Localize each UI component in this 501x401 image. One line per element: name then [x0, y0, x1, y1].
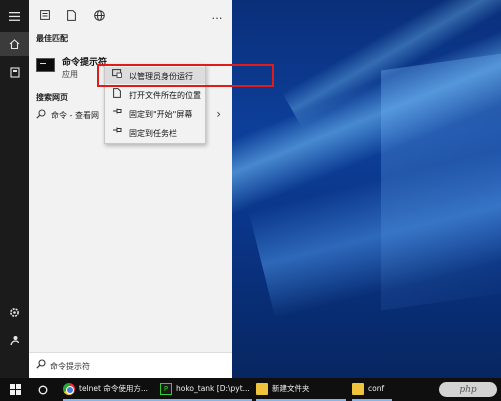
menu-item-open-file-location[interactable]: 打开文件所在的位置	[105, 86, 205, 103]
pycharm-icon: P	[160, 382, 172, 395]
menu-item-label: 打开文件所在的位置	[129, 91, 201, 100]
page-icon[interactable]	[63, 6, 79, 24]
web-search-heading: 搜索网页	[36, 93, 68, 102]
globe-icon[interactable]	[91, 6, 107, 24]
windows-start-icon	[10, 384, 21, 395]
taskbar-app-label: 新建文件夹	[272, 384, 310, 393]
hamburger-menu-icon[interactable]	[0, 4, 29, 28]
home-icon[interactable]	[0, 32, 29, 56]
taskbar-app-label: hoko_tank [D:\pyt...	[176, 384, 250, 393]
panel-filter-row: …	[29, 6, 232, 24]
command-prompt-icon	[36, 58, 55, 72]
cortana-circle-icon	[38, 385, 48, 394]
taskbar-app-label: conf	[368, 384, 385, 393]
taskbar-app-conf[interactable]: conf	[352, 378, 392, 401]
desktop-wallpaper	[232, 0, 501, 378]
menu-item-label: 固定到"开始"屏幕	[129, 110, 193, 119]
search-results-panel: … 最佳匹配 命令提示符 应用 搜索网页 命令 - 查看网 ›	[29, 0, 232, 378]
pin-to-start-icon	[111, 107, 123, 118]
search-icon	[36, 359, 46, 372]
start-button[interactable]	[10, 378, 21, 401]
menu-item-pin-to-taskbar[interactable]: 固定到任务栏	[105, 124, 205, 141]
highlight-annotation-box	[97, 64, 274, 87]
chevron-right-icon[interactable]: ›	[216, 107, 221, 121]
taskbar-app-pycharm[interactable]: P hoko_tank [D:\pyt...	[160, 378, 252, 401]
app-type: 应用	[62, 70, 78, 79]
search-box[interactable]: 命令提示符	[29, 352, 232, 378]
taskbar-app-folder[interactable]: 新建文件夹	[256, 378, 346, 401]
document-list-icon[interactable]	[37, 6, 53, 24]
folder-icon	[256, 382, 268, 395]
notebook-icon[interactable]	[0, 60, 29, 84]
search-icon	[36, 109, 46, 122]
start-left-rail	[0, 0, 29, 378]
best-match-heading: 最佳匹配	[36, 34, 68, 43]
taskbar-app-chrome[interactable]: telnet 命令使用方...	[63, 378, 160, 401]
search-input[interactable]: 命令提示符	[50, 361, 90, 372]
menu-item-label: 固定到任务栏	[129, 129, 177, 138]
folder-icon	[352, 382, 364, 395]
wallpaper-window-pane	[381, 49, 501, 311]
menu-item-pin-to-start[interactable]: 固定到"开始"屏幕	[105, 105, 205, 122]
taskbar: telnet 命令使用方... P hoko_tank [D:\pyt... 新…	[0, 378, 501, 401]
more-options-icon[interactable]: …	[209, 6, 225, 24]
settings-icon[interactable]	[0, 300, 29, 324]
cortana-button[interactable]	[38, 378, 48, 401]
feedback-icon[interactable]	[0, 328, 29, 352]
chrome-icon	[63, 382, 75, 395]
open-file-location-icon	[111, 88, 123, 101]
php-watermark: php	[439, 382, 497, 397]
pin-to-taskbar-icon	[111, 126, 123, 137]
web-search-query: 命令 - 查看网	[51, 111, 99, 120]
taskbar-app-label: telnet 命令使用方...	[79, 384, 148, 393]
